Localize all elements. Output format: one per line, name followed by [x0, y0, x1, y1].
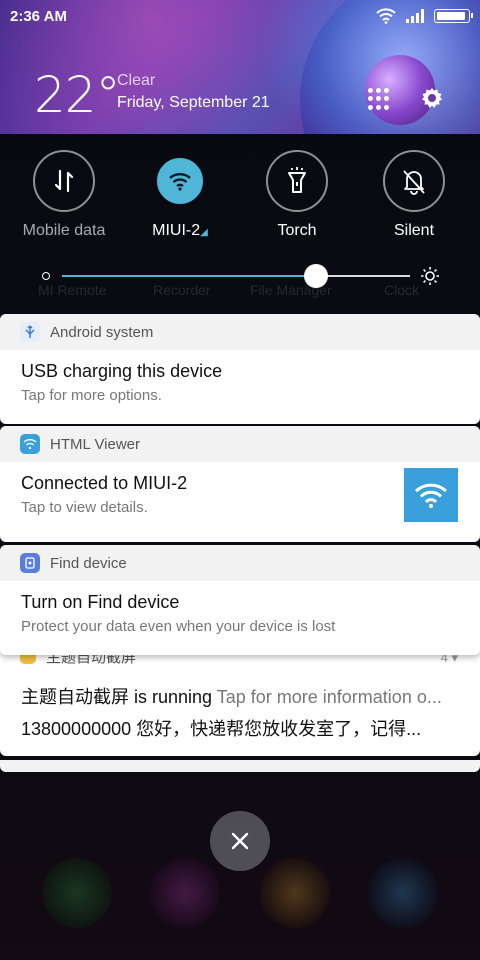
- notification-subtitle: Tap for more options.: [21, 387, 162, 404]
- html-viewer-icon: [20, 434, 40, 454]
- notification-title: 主题自动截屏 is running Tap for more informati…: [21, 687, 442, 707]
- notification-subtitle: Tap to view details.: [21, 499, 148, 516]
- gear-icon[interactable]: [420, 86, 444, 110]
- notification-app-name: HTML Viewer: [50, 435, 141, 453]
- notification-header: HTML Viewer: [0, 426, 480, 462]
- wifi-status-icon: [376, 8, 396, 24]
- torch-icon: [266, 150, 328, 212]
- notification-card-screenshot-app[interactable]: 主题自动截屏 4 ▾ 主题自动截屏 is running Tap for mor…: [0, 640, 480, 756]
- toggle-label: Mobile data: [22, 222, 106, 239]
- messages-app-icon: [260, 858, 330, 928]
- notification-app-name: Find device: [50, 554, 127, 572]
- notification-stack-edge: [0, 760, 480, 772]
- weather-condition: Clear: [117, 72, 156, 89]
- toggle-torch[interactable]: Torch: [242, 150, 352, 240]
- wifi-icon: [157, 158, 203, 204]
- notification-title: Connected to MIUI-2: [21, 473, 188, 493]
- toggle-label: Torch: [277, 222, 317, 239]
- notification-header: Find device: [0, 545, 480, 581]
- camera-app-icon: [368, 858, 438, 928]
- notification-card-usb[interactable]: Android system USB charging this device …: [0, 314, 480, 424]
- brightness-slider[interactable]: [40, 262, 440, 290]
- brightness-high-icon: [421, 267, 439, 285]
- clear-notifications-button[interactable]: [210, 811, 270, 871]
- notification-card-wifi[interactable]: HTML Viewer Connected to MIUI-2 Tap to v…: [0, 426, 480, 542]
- phone-app-icon: [42, 858, 112, 928]
- silent-bell-icon: [383, 150, 445, 212]
- browser-app-icon: [150, 858, 220, 928]
- notification-message: 13800000000 您好，快递帮您放收发室了，记得...: [21, 719, 422, 739]
- android-system-icon: [20, 322, 40, 342]
- toggle-grid-icon[interactable]: [368, 88, 390, 110]
- brightness-track[interactable]: [62, 275, 410, 277]
- toggle-label: Silent: [393, 222, 435, 239]
- weather-temperature[interactable]: 22°: [34, 66, 121, 124]
- notification-card-find-device[interactable]: Find device Turn on Find device Protect …: [0, 545, 480, 655]
- status-bar: 2:36 AM: [0, 0, 480, 32]
- status-time: 2:36 AM: [10, 7, 67, 25]
- toggle-mobile-data[interactable]: Mobile data: [9, 150, 119, 240]
- signal-corner-icon: ◢: [200, 227, 208, 238]
- quick-toggles: Mobile data MIUI-2◢ Torch Silent: [0, 150, 480, 250]
- close-icon: [231, 832, 249, 850]
- notification-title-extra: Tap for more information o...: [216, 687, 442, 707]
- status-icons: [376, 8, 473, 24]
- notification-app-name: Android system: [50, 323, 154, 341]
- mobile-data-icon: [33, 150, 95, 212]
- toggle-wifi[interactable]: MIUI-2◢: [125, 150, 235, 240]
- battery-icon: [434, 9, 473, 23]
- brightness-low-icon: [42, 272, 50, 280]
- notification-shade-header: 2:36 AM 22° Clear Friday, September 21: [0, 0, 480, 134]
- wifi-thumbnail-icon: [404, 468, 458, 522]
- notification-title: Turn on Find device: [21, 592, 180, 612]
- notification-header: Android system: [0, 314, 480, 350]
- notification-subtitle: Protect your data even when your device …: [21, 618, 336, 635]
- toggle-label: MIUI-2◢: [152, 222, 208, 239]
- toggle-silent[interactable]: Silent: [359, 150, 469, 240]
- brightness-fill: [62, 275, 317, 277]
- find-device-icon: [20, 553, 40, 573]
- date-label: Friday, September 21: [117, 94, 270, 111]
- brightness-thumb[interactable]: [304, 264, 329, 288]
- notification-title: USB charging this device: [21, 361, 223, 381]
- signal-icon: [406, 9, 424, 23]
